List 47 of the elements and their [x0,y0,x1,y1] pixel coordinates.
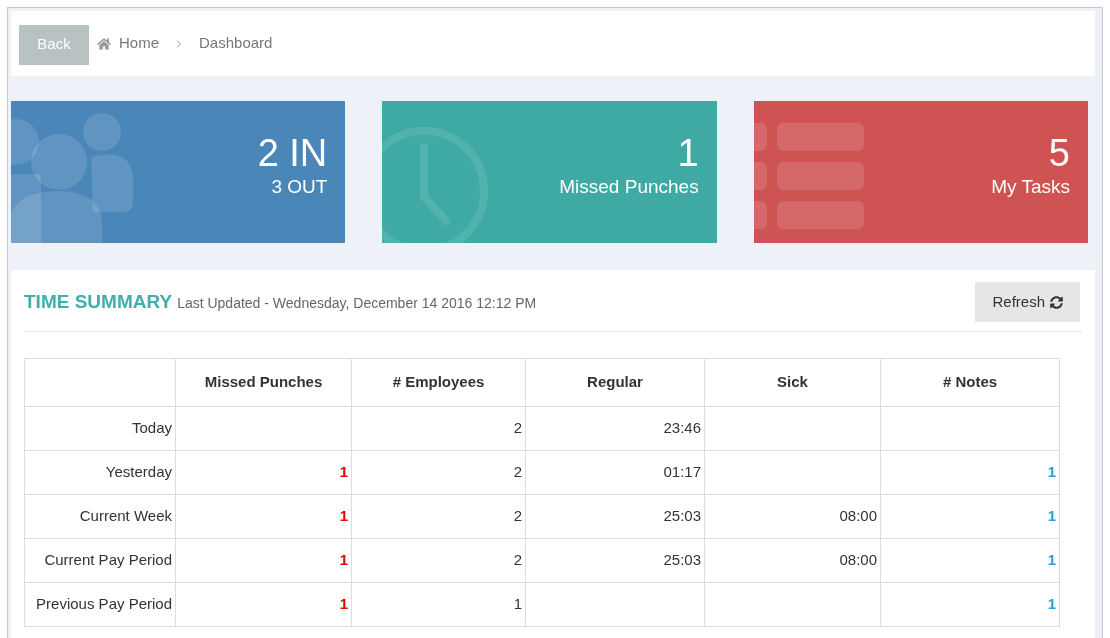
back-button[interactable]: Back [19,24,89,65]
stat-card[interactable]: 5 My Tasks [753,101,1088,243]
table-cell: 25:03 [525,538,705,583]
table-cell: 08:00 [704,538,881,583]
column-header: Sick [704,358,881,407]
breadcrumb-link[interactable]: Dashboard [199,32,273,55]
table-cell: 1 [175,538,352,583]
home-icon [97,36,111,51]
notes-link[interactable]: 1 [1047,507,1056,525]
table-cell: 25:03 [525,494,705,539]
column-header: Missed Punches [175,358,352,407]
table-cell: 1 [351,582,526,627]
section-title: TIME SUMMARY [24,289,173,314]
column-header: Regular [525,358,705,407]
row-label: Yesterday [24,450,176,495]
table-cell: 1 [175,494,352,539]
notes-link[interactable]: 1 [1047,595,1056,613]
row-label: Current Week [24,494,176,539]
breadcrumb-link[interactable]: Home [119,32,159,55]
refresh-icon [1050,295,1063,309]
row-label: Today [24,406,176,451]
stat-label: Missed Punches [559,175,699,199]
notes-link[interactable]: 1 [1047,551,1056,569]
column-header: # Employees [351,358,526,407]
list-icon [753,123,864,229]
table-cell: 1 [175,582,352,627]
stat-label: 3 OUT [271,175,328,199]
row-label: Current Pay Period [24,538,176,583]
table-cell: 2 [351,450,526,495]
table-cell: 2 [351,494,526,539]
last-updated-text: Last Updated - Wednesday, December 14 2016 12:12 PM [177,293,537,313]
column-header: # Notes [880,358,1060,407]
row-label: Previous Pay Period [24,582,176,627]
stat-value: 5 [1048,131,1070,175]
table-cell: 23:46 [525,406,705,451]
table-cell: 08:00 [704,494,881,539]
table-cell: 1 [175,450,352,495]
table-cell: 01:17 [525,450,705,495]
stat-card[interactable]: 2 IN 3 OUT [11,101,346,243]
table-cell: 2 [351,406,526,451]
stat-value: 1 [677,131,699,175]
stat-card[interactable]: 1 Missed Punches [382,101,717,243]
stat-label: My Tasks [991,175,1070,199]
notes-link[interactable]: 1 [1047,463,1056,481]
refresh-button[interactable]: Refresh [975,282,1080,322]
stat-value: 2 IN [257,131,328,175]
table-cell: 2 [351,538,526,583]
